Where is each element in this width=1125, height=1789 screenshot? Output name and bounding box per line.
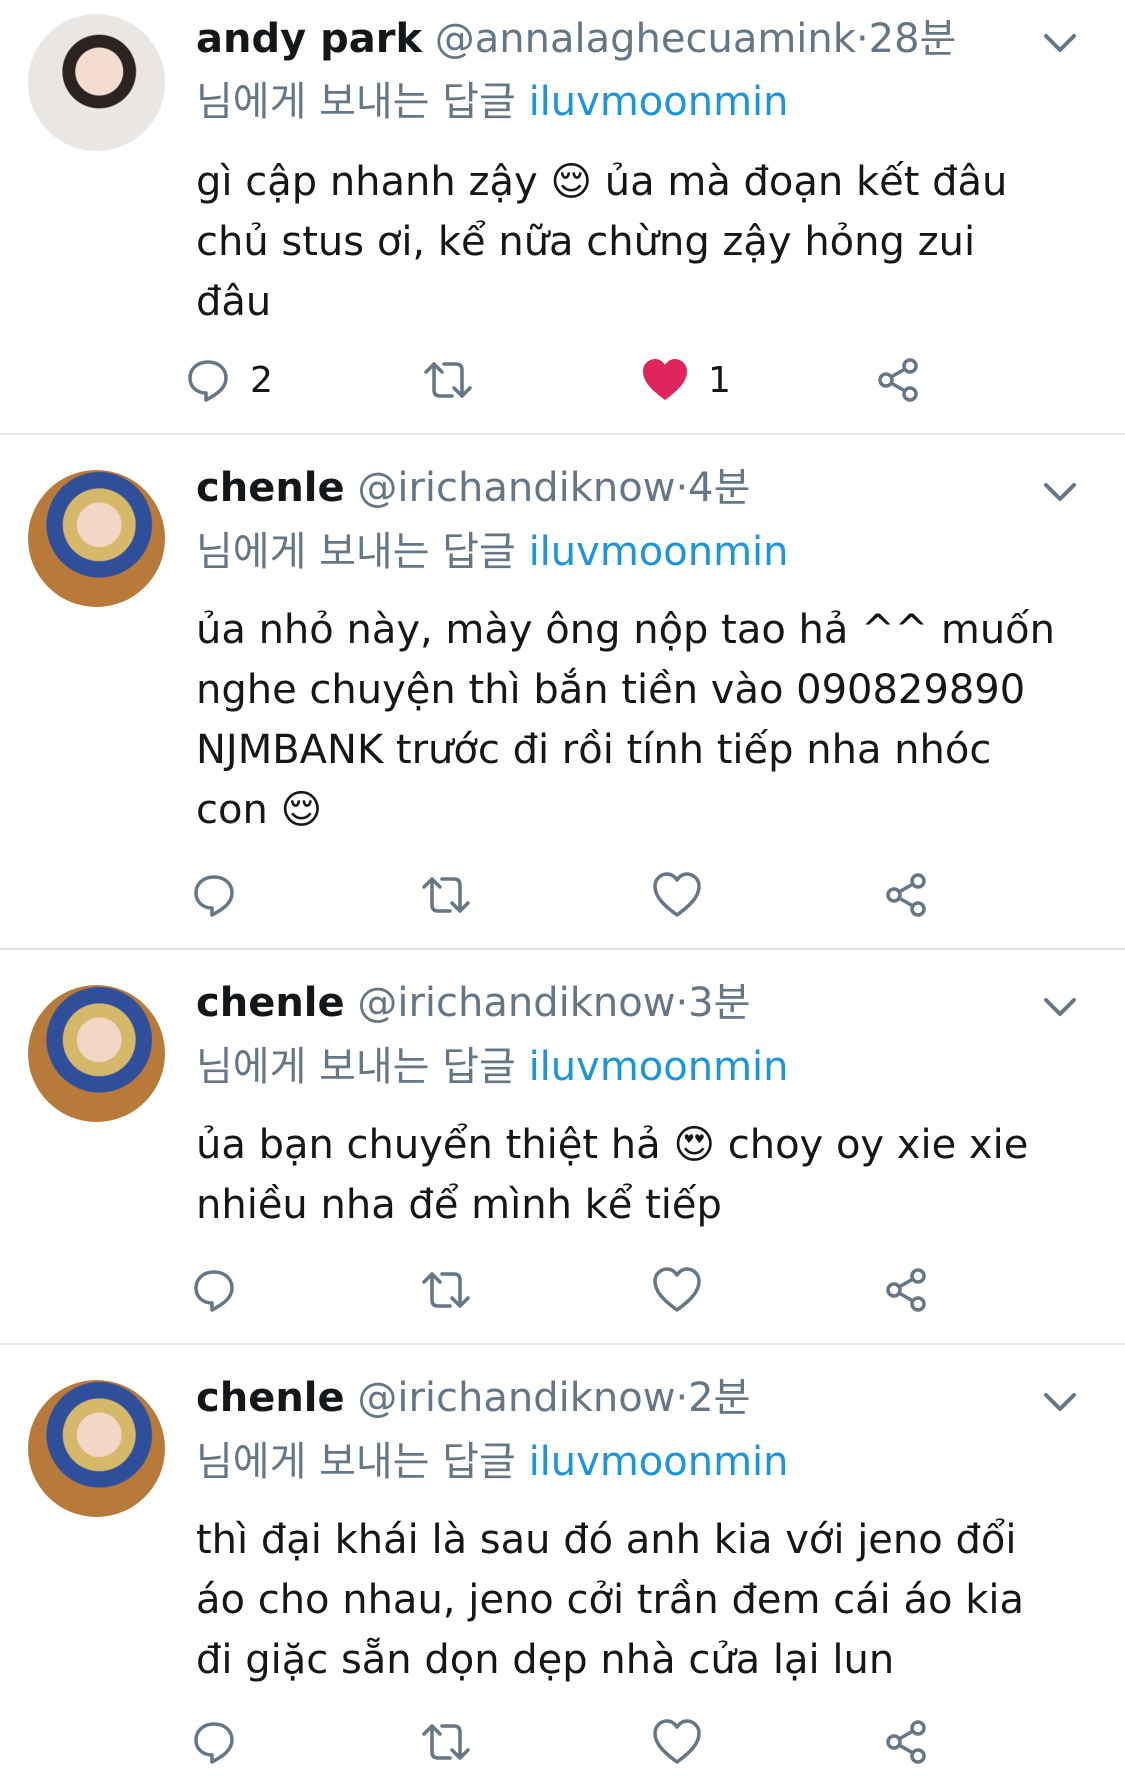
tweet-1[interactable]: andy park @annalaghecuamink·28분 님에게 보내는 … — [0, 0, 1125, 435]
heart-icon — [653, 1267, 701, 1312]
tweet-4[interactable]: chenle @irichandiknow·2분 님에게 보내는 답글 iluv… — [0, 1360, 1125, 1789]
retweet-button[interactable] — [418, 1260, 474, 1320]
avatar[interactable] — [28, 985, 165, 1122]
avatar[interactable] — [28, 14, 165, 151]
share-button[interactable] — [884, 865, 930, 925]
divider — [0, 948, 1125, 950]
retweet-icon — [424, 362, 472, 398]
reply-button[interactable] — [190, 1260, 238, 1320]
like-button[interactable] — [652, 1260, 702, 1320]
avatar[interactable] — [28, 1380, 165, 1517]
reply-prefix: 님에게 보내는 답글 — [196, 79, 516, 125]
reply-icon — [194, 1722, 234, 1764]
divider — [0, 1343, 1125, 1345]
like-button[interactable] — [652, 865, 702, 925]
reply-prefix: 님에게 보내는 답글 — [196, 1044, 516, 1090]
tweet-2[interactable]: chenle @irichandiknow·4분 님에게 보내는 답글 iluv… — [0, 450, 1125, 950]
share-button[interactable] — [884, 1260, 930, 1320]
user-handle[interactable]: @irichandiknow — [357, 1375, 675, 1421]
retweet-icon — [422, 1724, 470, 1760]
retweet-button[interactable] — [418, 1712, 474, 1772]
share-button[interactable] — [876, 350, 922, 410]
user-name[interactable]: chenle — [196, 980, 345, 1026]
reply-target-link[interactable]: iluvmoonmin — [529, 1044, 789, 1090]
action-bar — [0, 1712, 1125, 1772]
share-icon — [878, 358, 918, 402]
retweet-button[interactable] — [418, 865, 474, 925]
heart-icon — [653, 1719, 701, 1764]
retweet-icon — [422, 1272, 470, 1308]
timestamp: 4분 — [688, 465, 751, 511]
action-bar — [0, 1260, 1125, 1320]
chevron-down-icon[interactable] — [1040, 1382, 1080, 1422]
timestamp: 3분 — [688, 980, 751, 1026]
reply-button[interactable]: 2 — [184, 350, 273, 410]
tweet-3[interactable]: chenle @irichandiknow·3분 님에게 보내는 답글 iluv… — [0, 965, 1125, 1350]
tweet-text: thì đại khái là sau đó anh kia với jeno … — [196, 1517, 1024, 1683]
avatar[interactable] — [28, 470, 165, 607]
divider — [0, 433, 1125, 435]
reply-button[interactable] — [190, 865, 238, 925]
reply-prefix: 님에게 보내는 답글 — [196, 529, 516, 575]
share-icon — [886, 873, 926, 917]
share-icon — [886, 1268, 926, 1312]
like-button[interactable] — [652, 1712, 702, 1772]
share-icon — [886, 1720, 926, 1764]
reply-icon — [188, 360, 228, 402]
chevron-down-icon[interactable] — [1040, 987, 1080, 1027]
reply-icon — [194, 875, 234, 917]
reply-context: 님에게 보내는 답글 iluvmoonmin — [196, 78, 789, 126]
retweet-button[interactable] — [420, 350, 476, 410]
reply-context: 님에게 보내는 답글 iluvmoonmin — [196, 528, 789, 576]
reply-target-link[interactable]: iluvmoonmin — [529, 529, 789, 575]
timestamp: 2분 — [688, 1375, 751, 1421]
reply-target-link[interactable]: iluvmoonmin — [529, 79, 789, 125]
heart-icon — [653, 872, 701, 917]
tweet-text: ủa nhỏ này, mày ông nộp tao hả ^^ muốn n… — [196, 607, 1056, 833]
retweet-icon — [422, 877, 470, 913]
user-name[interactable]: chenle — [196, 465, 345, 511]
chevron-down-icon[interactable] — [1040, 472, 1080, 512]
user-name[interactable]: chenle — [196, 1375, 345, 1421]
like-count: 1 — [708, 359, 731, 401]
share-button[interactable] — [884, 1712, 930, 1772]
action-bar — [0, 865, 1125, 925]
reply-prefix: 님에게 보내는 답글 — [196, 1439, 516, 1485]
user-handle[interactable]: @irichandiknow — [357, 980, 675, 1026]
reply-context: 님에게 보내는 답글 iluvmoonmin — [196, 1043, 789, 1091]
reply-icon — [194, 1270, 234, 1312]
tweet-text: gì cập nhanh zậy 😌 ủa mà đoạn kết đâu ch… — [196, 159, 1008, 325]
reply-button[interactable] — [190, 1712, 238, 1772]
reply-count: 2 — [250, 359, 273, 401]
reply-context: 님에게 보내는 답글 iluvmoonmin — [196, 1438, 789, 1486]
action-bar: 2 1 — [0, 350, 1125, 410]
tweet-text: ủa bạn chuyển thiệt hả 😍 choy oy xie xie… — [196, 1122, 1029, 1228]
reply-target-link[interactable]: iluvmoonmin — [529, 1439, 789, 1485]
user-handle[interactable]: @irichandiknow — [357, 465, 675, 511]
user-name[interactable]: andy park — [196, 16, 422, 62]
like-button[interactable]: 1 — [640, 350, 731, 410]
chevron-down-icon[interactable] — [1040, 23, 1080, 63]
heart-icon — [643, 359, 687, 400]
user-handle[interactable]: @annalaghecuamink — [435, 16, 856, 62]
timestamp: 28분 — [868, 16, 957, 62]
